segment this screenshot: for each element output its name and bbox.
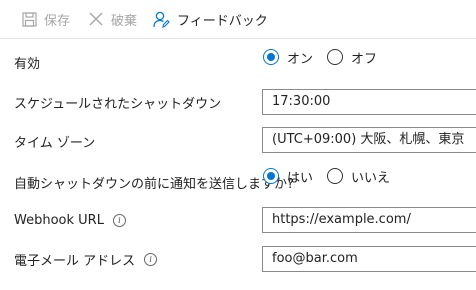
- close-icon: [88, 11, 104, 27]
- webhook-url-label-text: Webhook URL: [14, 212, 104, 228]
- timezone-label-text: タイム ゾーン: [14, 135, 96, 151]
- email-label-text: 電子メール アドレス: [14, 253, 136, 269]
- info-icon[interactable]: i: [144, 252, 158, 266]
- command-toolbar: 保存 破棄 フィードバック: [0, 0, 476, 39]
- enabled-label: 有効: [14, 53, 41, 72]
- notify-no-radio[interactable]: [327, 168, 344, 184]
- email-input[interactable]: foo@bar.com: [262, 246, 476, 272]
- save-label: 保存: [44, 13, 71, 29]
- webhook-url-input[interactable]: https://example.com/: [262, 207, 476, 233]
- notify-yes-radio[interactable]: [263, 168, 279, 184]
- scheduled-shutdown-label-text: スケジュールされたシャットダウン: [14, 96, 222, 112]
- timezone-label: タイム ゾーン: [14, 132, 96, 151]
- auto-shutdown-settings: 保存 破棄 フィードバック 有効 オン オフ スケジュールされたシャットダウン …: [0, 0, 476, 290]
- enabled-off-radio[interactable]: [327, 49, 344, 65]
- timezone-dropdown[interactable]: (UTC+09:00) 大阪、札幌、東京: [262, 127, 476, 153]
- enabled-label-text: 有効: [14, 56, 41, 72]
- notify-radio-group: はい いいえ: [263, 167, 404, 186]
- feedback-person-icon: [153, 11, 170, 28]
- notify-label: 自動シャットダウンの前に通知を送信しますか?: [14, 173, 294, 192]
- notify-label-text: 自動シャットダウンの前に通知を送信しますか?: [14, 176, 294, 192]
- notify-no-label[interactable]: いいえ: [351, 167, 390, 186]
- email-label: 電子メール アドレス i: [14, 250, 158, 269]
- enabled-on-radio[interactable]: [263, 49, 279, 65]
- notify-yes-label[interactable]: はい: [287, 167, 313, 186]
- scheduled-shutdown-label: スケジュールされたシャットダウン: [14, 93, 222, 112]
- enabled-off-label[interactable]: オフ: [351, 48, 377, 67]
- webhook-url-label: Webhook URL i: [14, 211, 126, 229]
- save-icon: [22, 11, 37, 27]
- feedback-label: フィードバック: [177, 13, 268, 29]
- discard-button[interactable]: 破棄: [88, 8, 137, 30]
- info-icon[interactable]: i: [112, 213, 126, 227]
- save-button[interactable]: 保存: [22, 8, 70, 30]
- enabled-on-label[interactable]: オン: [287, 48, 313, 67]
- scheduled-shutdown-input[interactable]: 17:30:00: [262, 89, 476, 115]
- discard-label: 破棄: [111, 13, 138, 29]
- feedback-button[interactable]: フィードバック: [153, 8, 268, 30]
- enabled-radio-group: オン オフ: [263, 48, 391, 67]
